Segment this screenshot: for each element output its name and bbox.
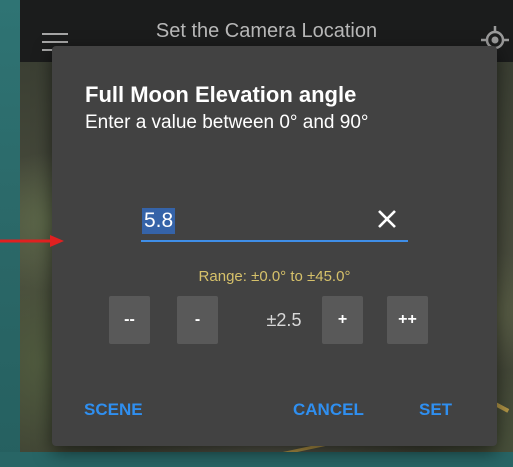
annotation-arrow-icon (0, 235, 64, 247)
screenshot-canvas: Set the Camera Location Full Moon Elevat… (0, 0, 513, 467)
decrease-button[interactable]: - (177, 296, 218, 344)
close-icon[interactable] (376, 208, 398, 230)
decrease-large-button[interactable]: -- (109, 296, 150, 344)
step-controls: -- - ±2.5 + ++ (109, 296, 444, 344)
elevation-angle-input[interactable]: 5.8 (141, 200, 408, 242)
input-selected-value[interactable]: 5.8 (142, 208, 176, 234)
increase-button[interactable]: + (322, 296, 363, 344)
dialog-title: Full Moon Elevation angle (85, 82, 357, 107)
scene-button[interactable]: SCENE (84, 400, 143, 420)
cancel-button[interactable]: CANCEL (293, 400, 364, 420)
elevation-angle-dialog: Full Moon Elevation angle Enter a value … (52, 46, 497, 446)
increase-large-button[interactable]: ++ (387, 296, 428, 344)
slide-border-bottom (0, 452, 513, 467)
range-hint: Range: ±0.0° to ±45.0° (198, 268, 351, 285)
step-size-label: ±2.5 (266, 309, 302, 330)
app-bar-title: Set the Camera Location (155, 20, 378, 42)
dialog-subtitle: Enter a value between 0° and 90° (85, 112, 369, 133)
set-button[interactable]: SET (419, 400, 452, 420)
